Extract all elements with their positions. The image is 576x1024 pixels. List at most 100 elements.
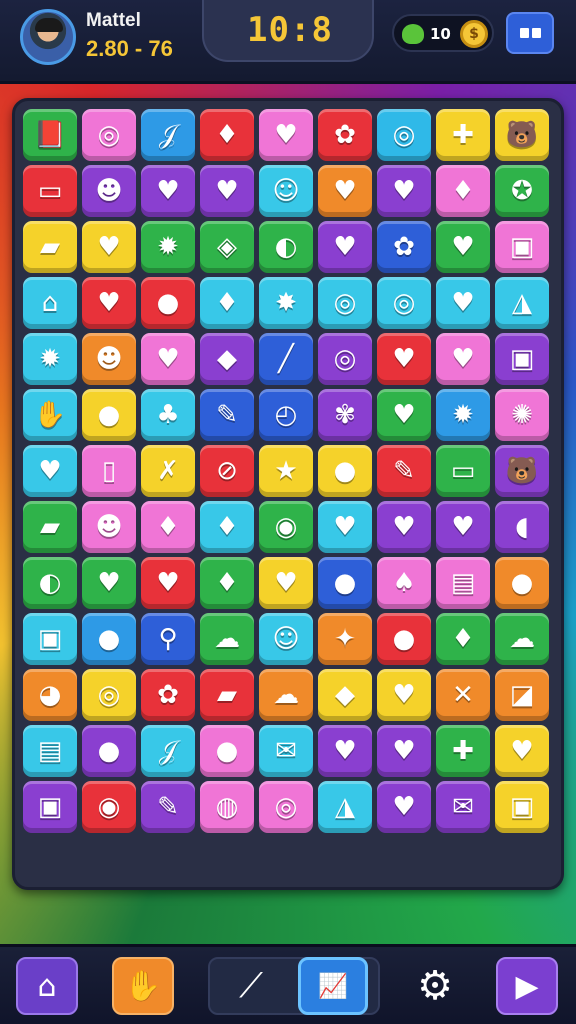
game-tile[interactable]: ♥ — [141, 333, 195, 385]
game-tile[interactable]: ♥ — [377, 333, 431, 385]
game-tile[interactable]: ♥ — [377, 781, 431, 833]
game-tile[interactable]: ◎ — [259, 781, 313, 833]
game-tile[interactable]: ◎ — [82, 109, 136, 161]
game-tile[interactable]: ◖ — [495, 501, 549, 553]
game-tile[interactable]: ♥ — [436, 333, 490, 385]
game-tile[interactable]: ▰ — [200, 669, 254, 721]
game-tile[interactable]: ◎ — [82, 669, 136, 721]
game-tile[interactable]: ✎ — [200, 389, 254, 441]
game-tile[interactable]: ◍ — [200, 781, 254, 833]
game-tile[interactable]: ☺ — [259, 613, 313, 665]
game-tile[interactable]: 🐻 — [495, 445, 549, 497]
game-tile[interactable]: ● — [200, 725, 254, 777]
game-tile[interactable]: ▭ — [23, 165, 77, 217]
game-tile[interactable]: ♥ — [436, 501, 490, 553]
game-tile[interactable]: ◉ — [259, 501, 313, 553]
game-tile[interactable]: 📕 — [23, 109, 77, 161]
game-tile[interactable]: ♥ — [318, 501, 372, 553]
game-tile[interactable]: ♥ — [377, 389, 431, 441]
game-tile[interactable]: ✹ — [23, 333, 77, 385]
game-tile[interactable]: ♦ — [200, 557, 254, 609]
game-tile[interactable]: ◐ — [23, 557, 77, 609]
game-tile[interactable]: ♥ — [82, 221, 136, 273]
game-tile[interactable]: ▣ — [495, 333, 549, 385]
game-tile[interactable]: ◪ — [495, 669, 549, 721]
game-tile[interactable]: ● — [318, 557, 372, 609]
game-tile[interactable]: ▤ — [436, 557, 490, 609]
game-tile[interactable]: ☻ — [82, 333, 136, 385]
hammer-button[interactable]: ⟋ — [222, 957, 280, 1015]
game-tile[interactable]: ♥ — [141, 557, 195, 609]
game-tile[interactable]: ♦ — [436, 165, 490, 217]
game-tile[interactable]: ✸ — [259, 277, 313, 329]
game-tile[interactable]: ● — [82, 613, 136, 665]
game-tile[interactable]: ♥ — [23, 445, 77, 497]
game-tile[interactable]: ♥ — [318, 165, 372, 217]
game-tile[interactable]: ♥ — [141, 165, 195, 217]
game-tile[interactable]: ▣ — [495, 221, 549, 273]
game-tile[interactable]: ✋ — [23, 389, 77, 441]
game-tile[interactable]: ☁ — [495, 613, 549, 665]
game-tile[interactable]: ♦ — [200, 277, 254, 329]
game-tile[interactable]: ▭ — [436, 445, 490, 497]
game-tile[interactable]: ◮ — [495, 277, 549, 329]
game-tile[interactable]: ♥ — [436, 221, 490, 273]
game-tile[interactable]: ♥ — [318, 221, 372, 273]
game-tile[interactable]: ▣ — [23, 613, 77, 665]
game-tile[interactable]: ✹ — [436, 389, 490, 441]
game-tile[interactable]: ⚲ — [141, 613, 195, 665]
game-tile[interactable]: ♦ — [200, 501, 254, 553]
game-tile[interactable]: 🐻 — [495, 109, 549, 161]
game-tile[interactable]: ✾ — [318, 389, 372, 441]
game-tile[interactable]: ◆ — [318, 669, 372, 721]
game-tile[interactable]: ♠ — [377, 557, 431, 609]
settings-button[interactable]: ⚙ — [404, 957, 466, 1015]
game-tile[interactable]: ✎ — [141, 781, 195, 833]
game-tile[interactable]: ✎ — [377, 445, 431, 497]
game-tile[interactable]: ✿ — [318, 109, 372, 161]
currency-counter[interactable]: 10 $ — [392, 14, 494, 52]
game-tile[interactable]: ♥ — [436, 277, 490, 329]
game-tile[interactable]: ♥ — [377, 725, 431, 777]
game-tile[interactable]: ● — [82, 389, 136, 441]
stats-button[interactable]: 📈 — [298, 957, 368, 1015]
game-tile[interactable]: ▯ — [82, 445, 136, 497]
game-tile[interactable]: ✿ — [377, 221, 431, 273]
game-tile[interactable]: ♦ — [200, 109, 254, 161]
game-tile[interactable]: ☺ — [259, 165, 313, 217]
game-tile[interactable]: ◈ — [200, 221, 254, 273]
game-tile[interactable]: ● — [318, 445, 372, 497]
game-tile[interactable]: ● — [377, 613, 431, 665]
game-tile[interactable]: ♥ — [82, 277, 136, 329]
game-tile[interactable]: ● — [82, 725, 136, 777]
game-tile[interactable]: ♥ — [200, 165, 254, 217]
game-tile[interactable]: ▰ — [23, 501, 77, 553]
game-tile[interactable]: 𝒥 — [141, 109, 195, 161]
game-tile[interactable]: ▤ — [23, 725, 77, 777]
game-tile[interactable]: ♥ — [377, 501, 431, 553]
game-tile[interactable]: ● — [141, 277, 195, 329]
game-tile[interactable]: ♥ — [377, 669, 431, 721]
game-tile[interactable]: ✿ — [141, 669, 195, 721]
game-tile[interactable]: ⌂ — [23, 277, 77, 329]
game-tile[interactable]: ▣ — [23, 781, 77, 833]
game-tile[interactable]: ✪ — [495, 165, 549, 217]
game-tile[interactable]: ♥ — [318, 725, 372, 777]
game-tile[interactable]: ◴ — [259, 389, 313, 441]
game-tile[interactable]: ☻ — [82, 501, 136, 553]
game-tile[interactable]: ✚ — [436, 725, 490, 777]
game-tile[interactable]: ◆ — [200, 333, 254, 385]
game-tile[interactable]: ◎ — [377, 109, 431, 161]
game-tile[interactable]: ♥ — [259, 109, 313, 161]
player-avatar[interactable] — [20, 9, 76, 65]
game-tile[interactable]: ♥ — [82, 557, 136, 609]
game-tile[interactable]: ✦ — [318, 613, 372, 665]
game-tile[interactable]: ◎ — [377, 277, 431, 329]
game-tile[interactable]: ✹ — [141, 221, 195, 273]
game-tile[interactable]: ☁ — [200, 613, 254, 665]
game-tile[interactable]: ✺ — [495, 389, 549, 441]
menu-button[interactable] — [506, 12, 554, 54]
game-tile[interactable]: 𝒥 — [141, 725, 195, 777]
game-tile[interactable]: ✕ — [436, 669, 490, 721]
game-tile[interactable]: ▣ — [495, 781, 549, 833]
